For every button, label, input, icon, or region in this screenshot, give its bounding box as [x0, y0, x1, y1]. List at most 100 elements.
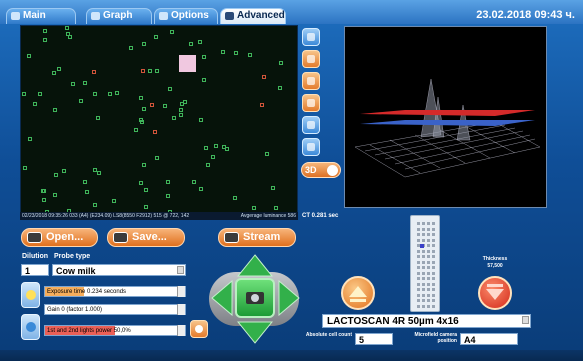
focus-up-button[interactable] — [341, 276, 375, 310]
cartridge-well — [417, 271, 420, 275]
arrow-left-button[interactable] — [211, 280, 233, 316]
dilution-label: Dilution — [22, 253, 49, 260]
lights-settings-button[interactable] — [190, 320, 208, 338]
aperture-toggle-button[interactable] — [21, 314, 40, 340]
exposure-slider[interactable]: Exposure time 0.234 seconds — [44, 286, 186, 297]
cell-marker — [23, 166, 27, 170]
camera-lens — [251, 294, 259, 302]
cartridge-well — [427, 277, 430, 280]
app-window: Main Graph Options Advanced 23.02.2018 0… — [0, 0, 583, 361]
microscope-image[interactable] — [20, 25, 298, 219]
selection-box[interactable] — [179, 55, 196, 72]
chevron-down-icon[interactable] — [177, 266, 184, 274]
cartridge-well — [427, 249, 430, 253]
cartridge-well — [427, 304, 430, 308]
tab-options[interactable]: Options — [154, 8, 218, 24]
cartridge-well — [432, 227, 435, 231]
cursor-tool-button[interactable] — [302, 28, 320, 46]
cell-count-field: 5 — [355, 333, 393, 345]
probe-type-select[interactable]: Cow milk — [52, 264, 186, 276]
cell-marker — [27, 54, 31, 58]
chevron-down-icon[interactable] — [522, 316, 529, 324]
cell-marker — [93, 92, 97, 96]
lights-power-label: 1st and 2nd lights power 50,0% — [47, 328, 131, 334]
cursor-tool-icon — [307, 33, 315, 41]
cartridge-well — [422, 266, 425, 269]
cell-marker — [28, 137, 32, 141]
cell-marker — [134, 128, 138, 132]
cartridge-well — [427, 288, 430, 291]
cell-marker — [65, 26, 69, 30]
cell-marker — [66, 32, 70, 36]
cell-marker — [155, 156, 159, 160]
toggle-3d[interactable]: 3D — [301, 162, 341, 178]
save-icon — [113, 232, 128, 243]
tab-main[interactable]: Main — [6, 8, 76, 24]
cell-marker — [166, 180, 170, 184]
cell-marker — [38, 92, 42, 96]
open-button-label: Open... — [46, 231, 84, 243]
gain-spinner[interactable] — [177, 304, 185, 315]
lights-power-spinner[interactable] — [177, 325, 185, 336]
cartridge-well — [427, 260, 430, 264]
marker-tool-button[interactable] — [302, 94, 320, 112]
zoom-tool-button[interactable] — [302, 50, 320, 68]
lens-tool-icon — [307, 143, 315, 151]
cell-marker — [96, 116, 100, 120]
save-button[interactable]: Save... — [107, 228, 185, 247]
exposure-spinner[interactable] — [177, 286, 185, 297]
save-button-label: Save... — [132, 231, 167, 243]
bottom-status-bar — [0, 350, 583, 361]
tab-graph[interactable]: Graph — [86, 8, 152, 24]
3d-surface-plot[interactable] — [344, 26, 547, 208]
dilution-field[interactable]: 1 — [21, 264, 49, 276]
tab-advanced[interactable]: Advanced — [220, 8, 286, 24]
folder-icon — [27, 232, 42, 243]
cell-marker — [202, 78, 206, 82]
image-status-left: 02/23/2018 09:35:26 033 (A4) (E234.09) L… — [22, 213, 190, 219]
cell-marker — [252, 206, 256, 210]
cartridge-well — [417, 299, 420, 302]
tab-advanced-label: Advanced — [237, 10, 285, 21]
thickness-label: Thickness — [482, 256, 508, 262]
cell-marker — [41, 189, 45, 193]
cartridge-well — [432, 277, 435, 280]
cartridge-well — [422, 260, 425, 264]
cell-marker — [274, 206, 278, 210]
lens-tool-button[interactable] — [302, 138, 320, 156]
lights-power-slider[interactable]: 1st and 2nd lights power 50,0% — [44, 325, 186, 336]
arrow-down-button[interactable] — [237, 320, 273, 344]
arrow-right-button[interactable] — [278, 280, 300, 316]
cartridge-well — [432, 244, 435, 247]
open-button[interactable]: Open... — [21, 228, 98, 247]
cell-marker — [153, 130, 157, 134]
tab-bar: Main Graph Options Advanced 23.02.2018 0… — [0, 0, 583, 24]
gain-slider[interactable]: Gain 0 (factor 1.000) — [44, 304, 186, 315]
pen-tool-button[interactable] — [302, 116, 320, 134]
cartridge-well — [422, 299, 425, 302]
camera-position-field: A4 — [460, 333, 518, 345]
cell-marker — [154, 35, 158, 39]
arrow-up-button[interactable] — [237, 254, 273, 278]
stream-button-label: Stream — [243, 231, 281, 243]
focus-down-button[interactable] — [478, 276, 512, 310]
light-toggle-button[interactable] — [21, 282, 40, 308]
cell-marker — [233, 196, 237, 200]
cartridge-well — [432, 260, 435, 264]
capture-button[interactable] — [235, 278, 275, 318]
cartridge-map[interactable] — [410, 215, 440, 312]
cartridge-well — [422, 288, 425, 291]
graph-icon — [91, 12, 100, 20]
grid-tool-button[interactable] — [302, 72, 320, 90]
options-icon — [159, 12, 168, 20]
stream-button[interactable]: Stream — [218, 228, 296, 247]
cartridge-well — [422, 233, 425, 236]
device-select[interactable]: LACTOSCAN 4R 50µm 4x16 — [322, 314, 531, 328]
cartridge-well — [427, 244, 430, 247]
cell-marker — [183, 100, 187, 104]
cell-marker — [22, 92, 26, 96]
cartridge-well — [417, 266, 420, 269]
capture-time: CT 0.281 sec — [302, 213, 339, 219]
camera-position-label: Microfield camera position — [414, 332, 457, 344]
cell-marker — [198, 40, 202, 44]
